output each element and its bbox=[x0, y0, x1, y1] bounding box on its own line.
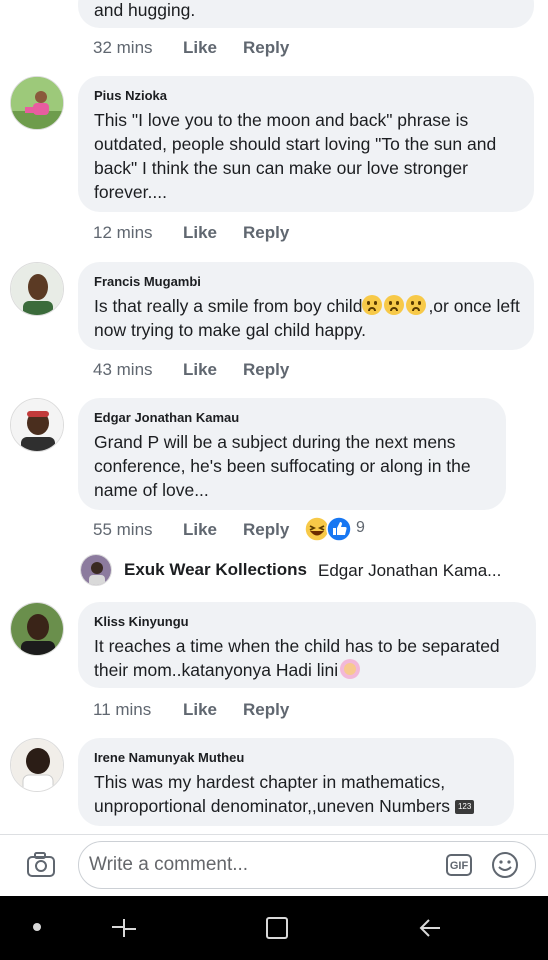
comment-text-part: Is that really a smile from boy child bbox=[94, 296, 363, 316]
commenter-name[interactable]: Irene Namunyak Mutheu bbox=[94, 750, 500, 765]
reply-author-name[interactable]: Exuk Wear Kollections bbox=[124, 560, 307, 580]
like-button[interactable]: Like bbox=[183, 38, 217, 58]
recents-icon[interactable] bbox=[110, 915, 138, 941]
commenter-name[interactable]: Kliss Kinyungu bbox=[94, 614, 522, 629]
comment-bubble: Pius Nzioka This "I love you to the moon… bbox=[78, 76, 534, 212]
comment-time: 55 mins bbox=[93, 520, 153, 539]
comment-text-part: This was my hardest chapter in mathemati… bbox=[94, 772, 451, 816]
camera-icon[interactable] bbox=[26, 852, 56, 878]
comment-composer: Write a comment... GIF bbox=[0, 835, 548, 896]
comment-text: It reaches a time when the child has to … bbox=[94, 634, 522, 682]
comment-input-placeholder: Write a comment... bbox=[89, 854, 249, 875]
avatar-image bbox=[11, 399, 63, 451]
comment-time: 32 mins bbox=[93, 38, 153, 57]
reply-button[interactable]: Reply bbox=[243, 38, 289, 58]
reaction-count: 9 bbox=[356, 519, 365, 536]
tired-face-emoji-icon bbox=[384, 295, 405, 315]
avatar[interactable] bbox=[10, 76, 64, 130]
comment-text: and hugging. bbox=[94, 0, 196, 20]
comment-text: Is that really a smile from boy child ,or… bbox=[94, 294, 520, 342]
avatar-image bbox=[81, 555, 111, 585]
avatar-image bbox=[11, 77, 63, 129]
reply-button[interactable]: Reply bbox=[243, 223, 289, 243]
comment-bubble: Irene Namunyak Mutheu This was my hardes… bbox=[78, 738, 514, 826]
reaction-summary[interactable]: 9 bbox=[304, 516, 374, 542]
comment-text: This was my hardest chapter in mathemati… bbox=[94, 770, 500, 818]
comment-bubble: Kliss Kinyungu It reaches a time when th… bbox=[78, 602, 536, 688]
tired-face-emoji-icon bbox=[362, 295, 383, 315]
home-dot-icon[interactable] bbox=[33, 923, 41, 931]
comment-input[interactable]: Write a comment... GIF bbox=[78, 841, 536, 889]
reply-author-avatar bbox=[80, 554, 112, 586]
avatar-image bbox=[11, 263, 63, 315]
reply-button[interactable]: Reply bbox=[243, 520, 289, 540]
comment-time: 43 mins bbox=[93, 360, 153, 379]
avatar[interactable] bbox=[10, 262, 64, 316]
reply-preview[interactable]: Exuk Wear Kollections Edgar Jonathan Kam… bbox=[80, 554, 540, 588]
gif-label: GIF bbox=[449, 860, 469, 872]
gif-icon[interactable]: GIF bbox=[446, 854, 472, 876]
like-reaction-icon bbox=[326, 516, 352, 542]
commenter-name[interactable]: Pius Nzioka bbox=[94, 88, 520, 103]
like-button[interactable]: Like bbox=[183, 360, 217, 380]
back-icon[interactable] bbox=[418, 915, 444, 941]
smiley-icon[interactable] bbox=[491, 851, 519, 879]
overview-icon[interactable] bbox=[264, 915, 290, 941]
commenter-name[interactable]: Edgar Jonathan Kamau bbox=[94, 410, 492, 425]
like-button[interactable]: Like bbox=[183, 700, 217, 720]
avatar[interactable] bbox=[10, 602, 64, 656]
like-button[interactable]: Like bbox=[183, 520, 217, 540]
comment-time: 11 mins bbox=[93, 700, 152, 719]
avatar[interactable] bbox=[10, 398, 64, 452]
comment-text-part: It reaches a time when the child has to … bbox=[94, 636, 500, 680]
woman-gesturing-emoji-icon bbox=[340, 659, 361, 679]
comment-time: 12 mins bbox=[93, 223, 153, 242]
reply-snippet: Edgar Jonathan Kama... bbox=[318, 561, 502, 580]
tired-face-emoji-icon bbox=[406, 295, 427, 315]
like-button[interactable]: Like bbox=[183, 223, 217, 243]
comment-bubble: and hugging. bbox=[78, 0, 534, 28]
reply-button[interactable]: Reply bbox=[243, 700, 289, 720]
comment-text: This "I love you to the moon and back" p… bbox=[94, 110, 497, 202]
comment-bubble: Edgar Jonathan Kamau Grand P will be a s… bbox=[78, 398, 506, 510]
number-badge-icon: 123 bbox=[454, 800, 475, 814]
avatar-image bbox=[11, 603, 63, 655]
reply-button[interactable]: Reply bbox=[243, 360, 289, 380]
comment-text: Grand P will be a subject during the nex… bbox=[94, 432, 471, 500]
commenter-name[interactable]: Francis Mugambi bbox=[94, 274, 520, 289]
system-navigation-bar bbox=[0, 896, 548, 960]
comment-bubble: Francis Mugambi Is that really a smile f… bbox=[78, 262, 534, 350]
avatar[interactable] bbox=[10, 738, 64, 792]
avatar-image bbox=[11, 739, 63, 791]
